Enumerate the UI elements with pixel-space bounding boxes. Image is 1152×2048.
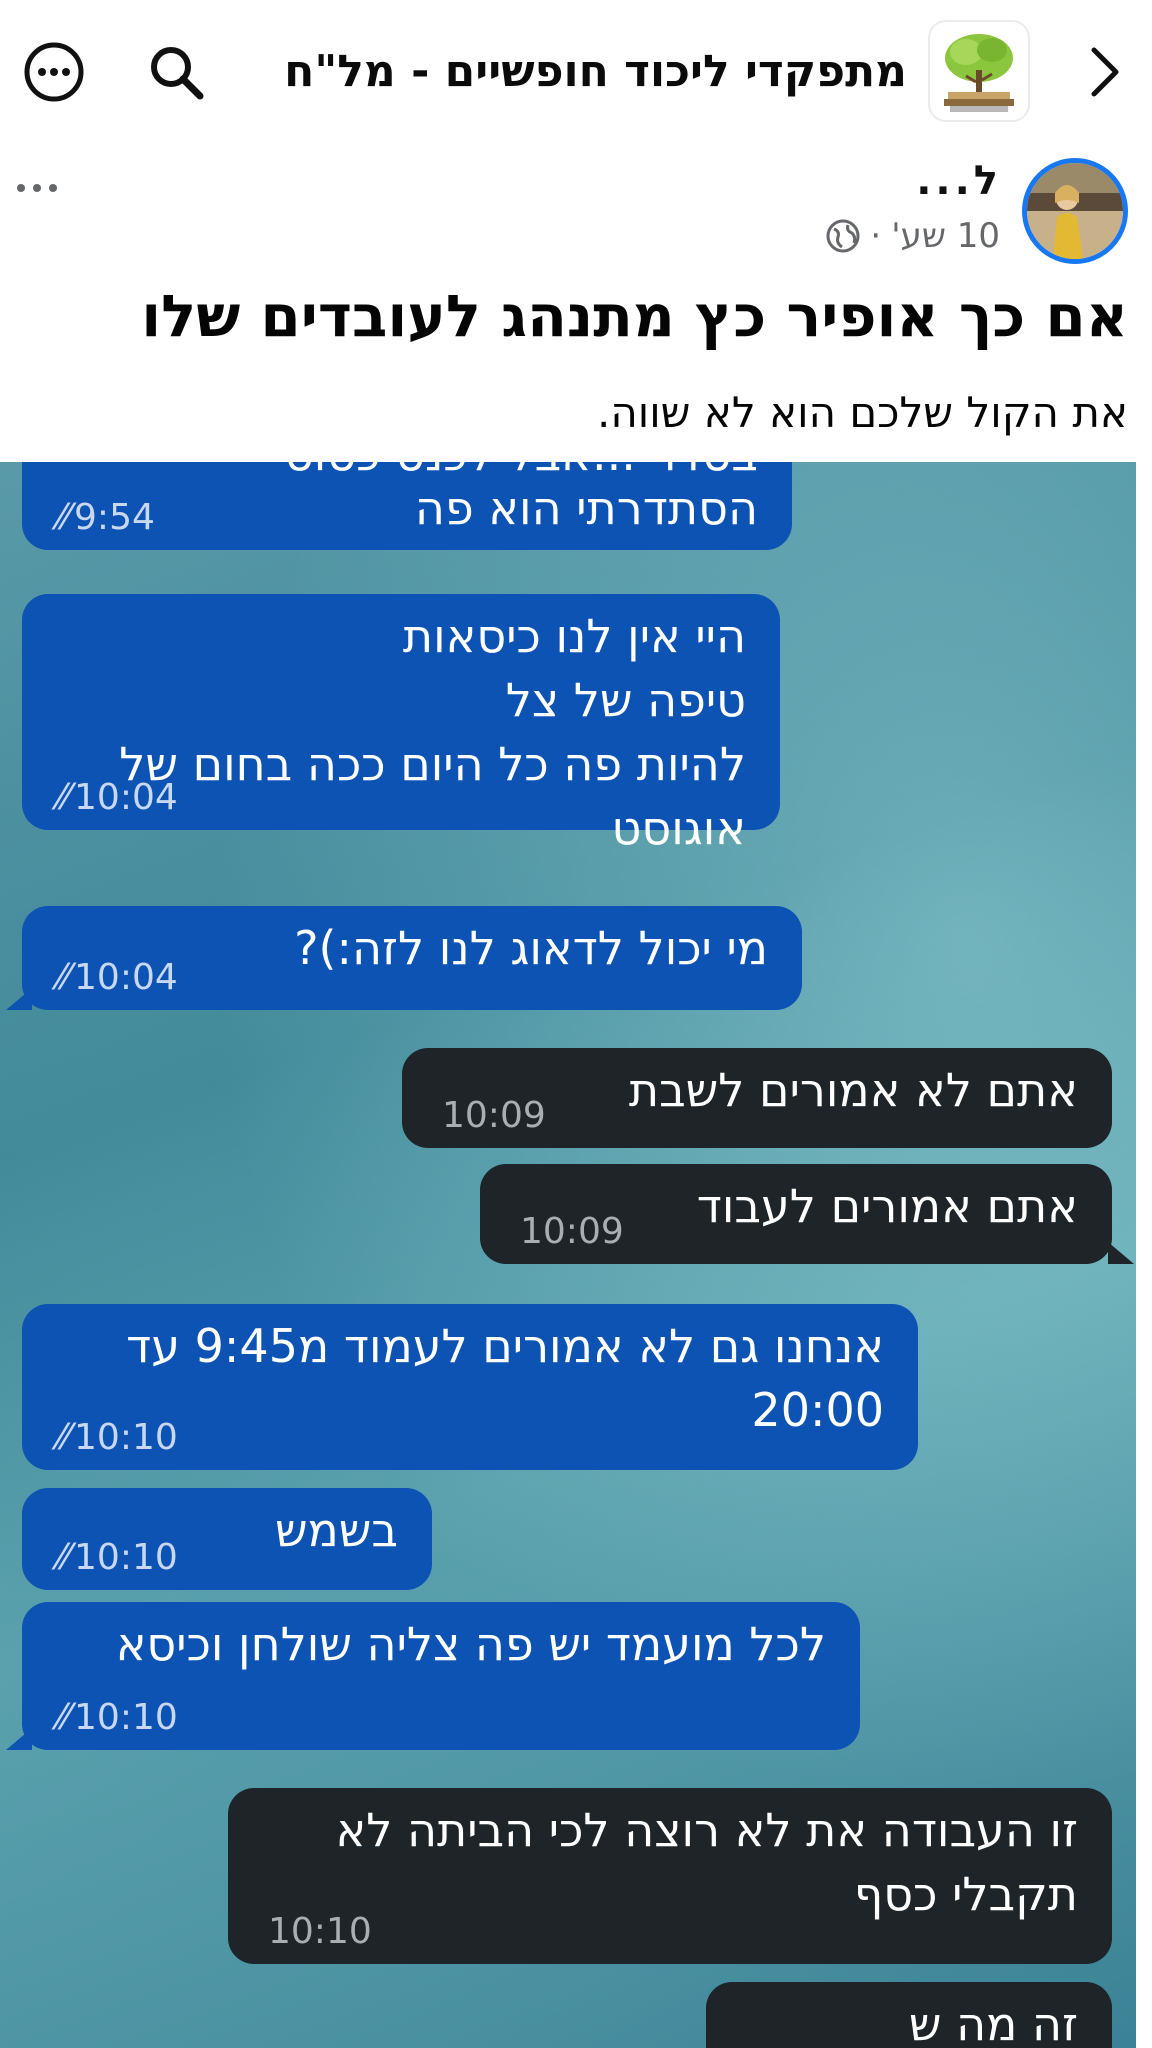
chevron-right-icon bbox=[1091, 47, 1119, 97]
chat-message-outgoing: זה מה ש bbox=[706, 1982, 1112, 2048]
post-menu-button[interactable] bbox=[14, 160, 60, 206]
message-text: זה מה ש bbox=[908, 1997, 1078, 2048]
post-title: אם כך אופיר כץ מתנהג לעובדים שלו bbox=[141, 282, 1128, 350]
chat-message-outgoing: אתם לא אמורים לשבת 10:09 bbox=[402, 1048, 1112, 1148]
post-text: את הקול שלכם הוא לא שווה. bbox=[596, 388, 1128, 437]
message-text: לכל מועמד יש פה צליה שולחן וכיסא bbox=[115, 1617, 826, 1671]
message-text-cut: בסדר ...אבל לכנס כסוס bbox=[56, 462, 758, 477]
message-text: הסתדרתי הוא פה bbox=[414, 481, 758, 535]
tree-on-books-icon bbox=[944, 34, 1014, 112]
message-time: 10:09 bbox=[520, 1211, 624, 1252]
search-button[interactable] bbox=[142, 38, 210, 106]
message-time: ⁄⁄ 9:54 bbox=[58, 497, 155, 538]
chat-message-incoming: בשמש ⁄⁄ 10:10 bbox=[22, 1488, 432, 1590]
message-text: זו העבודה את לא רוצה לכי הביתה לא תקבלי … bbox=[335, 1803, 1078, 1921]
double-check-icon: ⁄⁄ bbox=[58, 1537, 71, 1578]
post-meta: 10 שע' · bbox=[826, 214, 1000, 258]
group-image[interactable] bbox=[928, 20, 1030, 122]
double-check-icon: ⁄⁄ bbox=[58, 777, 71, 818]
message-time: ⁄⁄ 10:10 bbox=[58, 1537, 178, 1578]
chat-message-outgoing: זו העבודה את לא רוצה לכי הביתה לא תקבלי … bbox=[228, 1788, 1112, 1964]
back-button[interactable] bbox=[1074, 40, 1134, 104]
double-check-icon: ⁄⁄ bbox=[58, 497, 71, 538]
message-time: ⁄⁄ 10:10 bbox=[58, 1417, 178, 1458]
top-bar: מתפקדי ליכוד חופשיים - מל"ח bbox=[0, 0, 1152, 150]
globe-icon bbox=[826, 219, 860, 253]
group-title[interactable]: מתפקדי ליכוד חופשיים - מל"ח bbox=[284, 40, 907, 104]
double-check-icon: ⁄⁄ bbox=[58, 1697, 71, 1738]
chat-screenshot[interactable]: בסדר ...אבל לכנס כסוס הסתדרתי הוא פה ⁄⁄ … bbox=[0, 462, 1136, 2048]
chat-message-outgoing: אתם אמורים לעבוד 10:09 bbox=[480, 1164, 1112, 1264]
double-check-icon: ⁄⁄ bbox=[58, 1417, 71, 1458]
bubble-tail bbox=[1108, 1242, 1134, 1264]
chat-message-incoming: אנחנו גם לא אמורים לעמוד מ9:45 עד 20:00 … bbox=[22, 1304, 918, 1470]
message-time: 10:10 bbox=[268, 1911, 372, 1952]
more-options-button[interactable] bbox=[20, 38, 88, 106]
author-avatar[interactable] bbox=[1022, 158, 1128, 264]
more-circle-icon bbox=[24, 42, 84, 102]
meta-separator: · bbox=[870, 216, 882, 256]
post-time[interactable]: 10 שע' bbox=[891, 216, 1000, 256]
bubble-tail bbox=[6, 1728, 32, 1750]
chat-message-incoming: מי יכול לדאוג לנו לזה:)? ⁄⁄ 10:04 bbox=[22, 906, 802, 1010]
author-name[interactable]: ל... bbox=[916, 158, 1002, 204]
chat-message-incoming: היי אין לנו כיסאות טיפה של צל להיות פה כ… bbox=[22, 594, 780, 855]
bubble-tail bbox=[6, 988, 32, 1010]
message-time: 10:09 bbox=[442, 1095, 546, 1136]
message-time: ⁄⁄ 10:04 bbox=[58, 957, 178, 998]
message-time: ⁄⁄ 10:04 bbox=[58, 777, 178, 818]
message-time: ⁄⁄ 10:10 bbox=[58, 1697, 178, 1738]
message-text: אנחנו גם לא אמורים לעמוד מ9:45 עד 20:00 bbox=[126, 1319, 884, 1437]
chat-message-incoming: בסדר ...אבל לכנס כסוס הסתדרתי הוא פה ⁄⁄ … bbox=[22, 462, 792, 550]
double-check-icon: ⁄⁄ bbox=[58, 957, 71, 998]
ellipsis-icon bbox=[17, 184, 57, 192]
chat-message-incoming: לכל מועמד יש פה צליה שולחן וכיסא ⁄⁄ 10:1… bbox=[22, 1602, 860, 1750]
message-text: היי אין לנו כיסאות טיפה של צל להיות פה כ… bbox=[119, 609, 746, 855]
search-icon bbox=[151, 47, 204, 100]
avatar-photo bbox=[1027, 163, 1123, 259]
